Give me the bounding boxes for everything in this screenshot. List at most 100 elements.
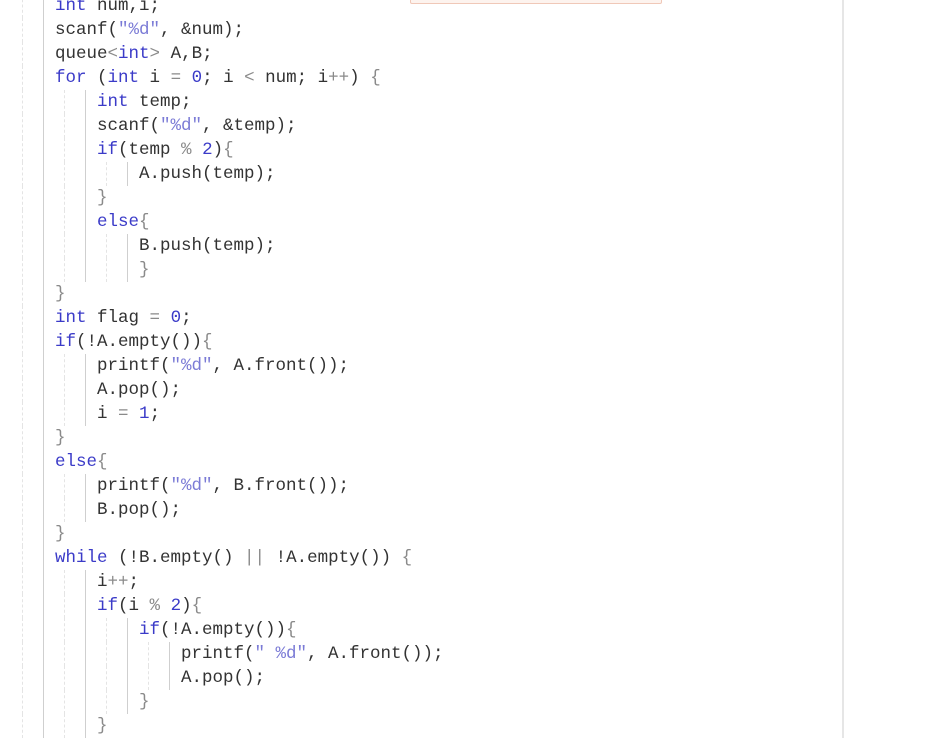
code-token: , B.front()); [212,476,350,496]
indent-guide [43,498,44,522]
indent-guide [127,258,128,282]
code-line[interactable]: B.pop(); [0,498,840,522]
indent-guide [22,186,23,210]
code-token: if [55,332,77,352]
code-token: else [55,452,98,472]
code-line[interactable]: } [0,258,840,282]
code-line[interactable]: printf(" %d", A.front()); [0,642,840,666]
code-line[interactable]: } [0,426,840,450]
indent-guide [22,234,23,258]
code-line[interactable]: scanf("%d", &temp); [0,114,840,138]
code-token: (i [118,596,150,616]
indent-guide [43,354,44,378]
indent-guide [85,378,86,402]
code-line[interactable]: scanf("%d", &num); [0,18,840,42]
code-line[interactable]: } [0,282,840,306]
code-token: < [107,44,119,64]
code-line[interactable]: if(!A.empty()){ [0,618,840,642]
indent-guide [85,210,86,234]
indent-guide [85,666,86,690]
indent-guide [43,66,44,90]
code-token: = [170,68,182,88]
code-line[interactable]: while (!B.empty() || !A.empty()) { [0,546,840,570]
code-token: { [223,140,234,160]
indent-guide [85,234,86,258]
code-line[interactable]: A.push(temp); [0,162,840,186]
code-text: queue<int> A,B; [55,42,213,66]
code-token: else [97,212,140,232]
code-line[interactable]: if(i % 2){ [0,594,840,618]
code-token: 0 [191,68,203,88]
code-line[interactable]: } [0,690,840,714]
code-line[interactable]: } [0,714,840,738]
code-text: } [139,690,150,714]
code-token: { [97,452,108,472]
code-text: } [55,282,66,306]
code-token: , A.front()); [307,644,444,664]
indent-guide [43,162,44,186]
code-line[interactable]: A.pop(); [0,666,840,690]
code-token: printf( [181,644,255,664]
code-line[interactable]: else{ [0,210,840,234]
code-line[interactable]: int temp; [0,90,840,114]
code-line[interactable]: queue<int> A,B; [0,42,840,66]
indent-guide [64,498,65,522]
indent-guide [64,402,65,426]
indent-guide [106,162,107,186]
indent-guide [22,666,23,690]
code-line[interactable]: i = 1; [0,402,840,426]
code-text: if(temp % 2){ [97,138,234,162]
indent-guide [22,498,23,522]
indent-guide [22,594,23,618]
code-token: { [139,212,150,232]
code-token: } [55,284,66,304]
code-line[interactable]: if(!A.empty()){ [0,330,840,354]
code-line[interactable]: int flag = 0; [0,306,840,330]
indent-guide [85,642,86,666]
code-text: } [97,186,108,210]
code-line[interactable]: for (int i = 0; i < num; i++) { [0,66,840,90]
code-line[interactable]: B.push(temp); [0,234,840,258]
indent-guide [43,378,44,402]
code-line[interactable]: } [0,522,840,546]
indent-guide [64,114,65,138]
code-line[interactable]: printf("%d", A.front()); [0,354,840,378]
indent-guide [43,282,44,306]
indent-guide [64,690,65,714]
code-line[interactable]: else{ [0,450,840,474]
indent-guide [127,618,128,642]
indent-guide [85,90,86,114]
indent-guide [43,642,44,666]
indent-guide [106,234,107,258]
code-token: A.pop(); [97,380,182,400]
editor-right-border [842,0,844,738]
code-token: { [401,548,413,568]
indent-guide [43,426,44,450]
indent-guide [22,714,23,738]
code-token: i [97,572,108,592]
indent-guide [43,186,44,210]
indent-guide [43,0,44,18]
code-token: ) [181,596,192,616]
indent-guide [169,642,170,666]
code-line[interactable]: } [0,186,840,210]
indent-guide [64,666,65,690]
code-text: int flag = 0; [55,306,192,330]
indent-guide [85,114,86,138]
code-editor[interactable]: int num,i; scanf("%d", &num); queue<int> A… [0,0,844,738]
indent-guide [22,354,23,378]
code-line[interactable]: if(temp % 2){ [0,138,840,162]
code-line[interactable]: int num,i; [0,0,840,18]
code-token: { [202,332,213,352]
indent-guide [85,690,86,714]
code-line[interactable]: printf("%d", B.front()); [0,474,840,498]
indent-guide [22,450,23,474]
indent-guide [22,618,23,642]
code-token: } [55,524,66,544]
code-token: } [139,692,150,712]
code-line[interactable]: i++; [0,570,840,594]
code-line[interactable]: A.pop(); [0,378,840,402]
code-token: int [107,68,140,88]
